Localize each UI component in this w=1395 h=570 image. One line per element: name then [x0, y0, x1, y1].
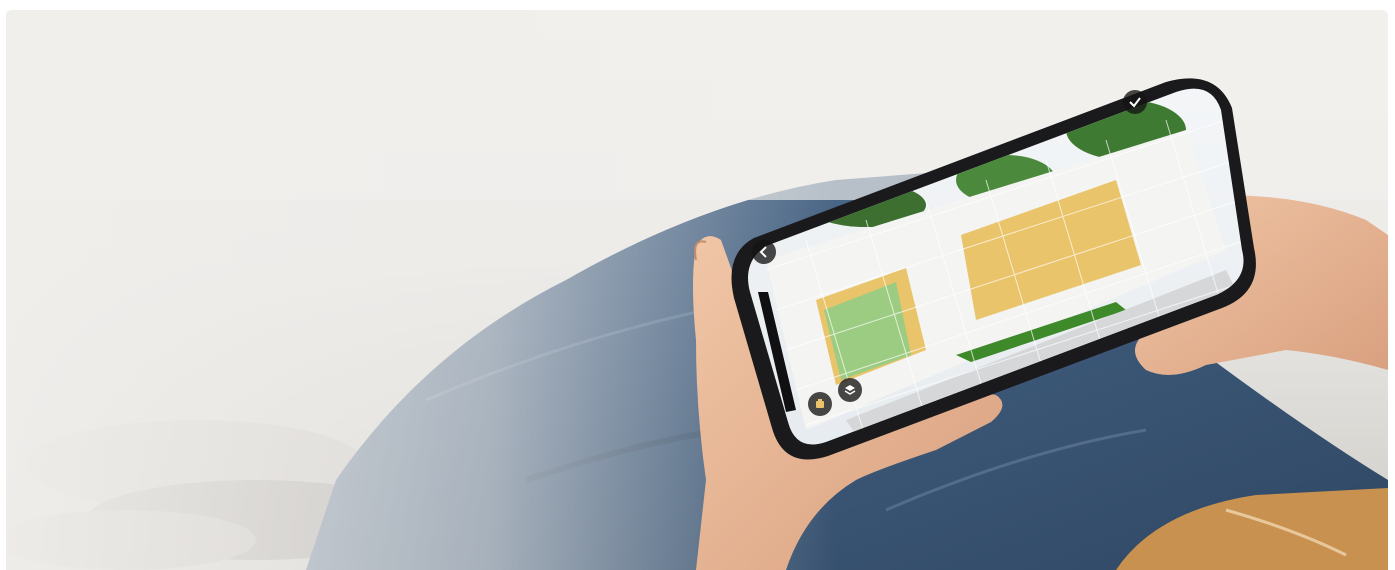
- paint-palette-icon: [816, 399, 824, 408]
- shape-tool-button[interactable]: [838, 378, 862, 402]
- paint-tool-button[interactable]: [808, 392, 832, 416]
- chevron-left-icon: [759, 246, 767, 258]
- hero-photo: [6, 10, 1388, 570]
- confirm-button[interactable]: [1123, 90, 1147, 114]
- back-button[interactable]: [752, 240, 776, 264]
- layers-icon: [844, 385, 856, 395]
- hero-image-frame: [6, 10, 1388, 570]
- check-icon: [1129, 97, 1141, 108]
